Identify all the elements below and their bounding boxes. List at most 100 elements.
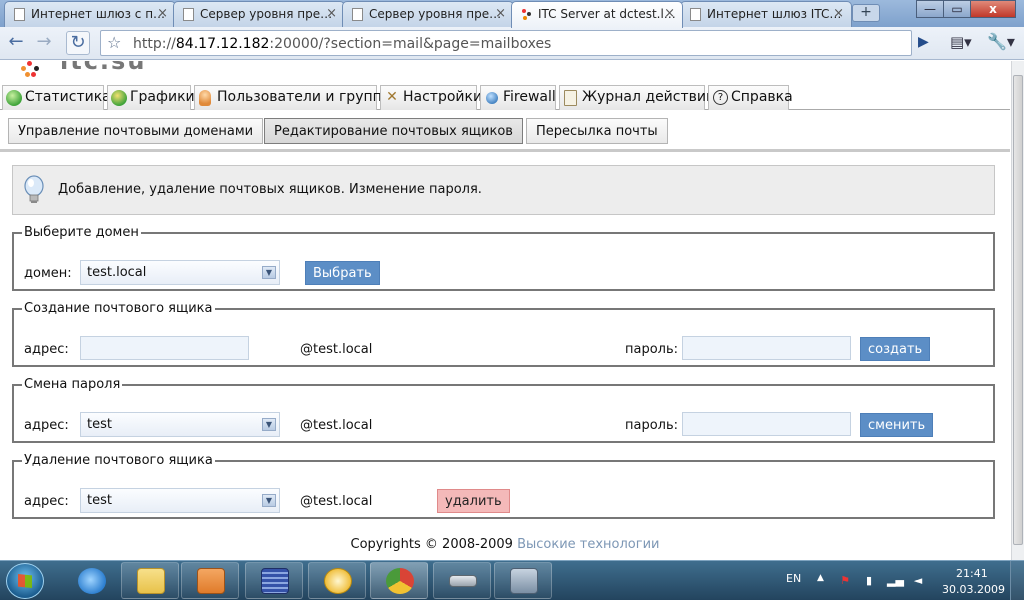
close-tab-icon[interactable]: × bbox=[326, 6, 337, 21]
language-indicator[interactable]: EN bbox=[786, 572, 801, 585]
page-viewport: itc.su Статистика Графики Пользователи и… bbox=[0, 61, 1024, 560]
volume-muted-icon[interactable]: ◄ bbox=[911, 574, 925, 587]
vertical-scrollbar[interactable] bbox=[1011, 61, 1024, 560]
select-domain-button[interactable]: Выбрать bbox=[305, 261, 380, 285]
delete-address-select[interactable]: test ▼ bbox=[80, 488, 280, 513]
bookmark-star-icon[interactable]: ☆ bbox=[107, 33, 121, 52]
nav-tab-settings[interactable]: ✕ Настройки bbox=[380, 85, 482, 110]
url-host: 84.17.12.182 bbox=[175, 36, 270, 52]
globe-icon bbox=[486, 92, 498, 104]
logo-strip: itc.su bbox=[0, 61, 1010, 84]
info-text: Добавление, удаление почтовых ящиков. Из… bbox=[58, 182, 482, 197]
itc-favicon-icon bbox=[521, 8, 532, 21]
nav-tab-label: Справка bbox=[731, 89, 793, 105]
taskbar-explorer[interactable] bbox=[121, 562, 179, 599]
create-password-input[interactable] bbox=[682, 336, 851, 360]
subtab-mail-domains[interactable]: Управление почтовыми доменами bbox=[8, 118, 264, 144]
nav-tab-charts[interactable]: Графики bbox=[107, 85, 195, 110]
taskbar-network-app[interactable] bbox=[245, 562, 303, 599]
nav-tab-statistics[interactable]: Статистика bbox=[2, 85, 111, 110]
browser-toolbar: ← → ↻ ☆ http://84.17.12.182:20000/?secti… bbox=[0, 27, 1024, 60]
change-password-input[interactable] bbox=[682, 412, 851, 436]
wrench-icon[interactable]: 🔧▾ bbox=[987, 32, 1015, 51]
outlook-icon bbox=[324, 568, 352, 594]
usb-device-icon[interactable]: ▮ bbox=[862, 574, 876, 587]
page-menu-icon[interactable]: ▤▾ bbox=[950, 33, 972, 51]
show-desktop-button[interactable] bbox=[1010, 561, 1024, 600]
close-tab-icon[interactable]: × bbox=[495, 6, 506, 21]
taskbar-drive[interactable] bbox=[433, 562, 491, 599]
scrollbar-thumb[interactable] bbox=[1013, 75, 1023, 545]
address-bar[interactable]: ☆ http://84.17.12.182:20000/?section=mai… bbox=[100, 30, 912, 56]
domain-select[interactable]: test.local ▼ bbox=[80, 260, 280, 285]
maximize-button[interactable]: ▭ bbox=[943, 0, 971, 18]
start-button[interactable] bbox=[6, 563, 44, 599]
browser-tab-title: ITC Server at dctest.l… bbox=[538, 7, 676, 21]
browser-tab-1[interactable]: Интернет шлюз с п… × bbox=[4, 1, 176, 27]
url-scheme: http:// bbox=[133, 36, 176, 52]
nav-tab-firewall[interactable]: Firewall bbox=[480, 85, 556, 110]
chrome-icon bbox=[386, 568, 414, 594]
change-password-group: Смена пароля адрес: test ▼ @test.local п… bbox=[12, 377, 995, 443]
address-url[interactable]: http://84.17.12.182:20000/?section=mail&… bbox=[133, 36, 551, 52]
browser-tab-3[interactable]: Сервер уровня пре… × bbox=[342, 1, 514, 27]
browser-tab-5[interactable]: Интернет шлюз ITC… × bbox=[680, 1, 852, 27]
domain-suffix: @test.local bbox=[300, 342, 373, 357]
delete-mailbox-group: Удаление почтового ящика адрес: test ▼ @… bbox=[12, 453, 995, 519]
subtab-edit-mailboxes[interactable]: Редактирование почтовых ящиков bbox=[264, 118, 523, 144]
close-tab-icon[interactable]: × bbox=[664, 6, 675, 21]
close-tab-icon[interactable]: × bbox=[157, 6, 168, 21]
create-address-input[interactable] bbox=[80, 336, 249, 360]
network-signal-icon[interactable]: ▂▄ bbox=[887, 574, 904, 587]
subtab-mail-forwarding[interactable]: Пересылка почты bbox=[526, 118, 668, 144]
close-window-button[interactable]: x bbox=[970, 0, 1016, 18]
taskbar-ie[interactable] bbox=[62, 562, 120, 599]
tray-expand-icon[interactable]: ▲ bbox=[817, 573, 824, 583]
browser-tab-strip: Интернет шлюз с п… × Сервер уровня пре… … bbox=[0, 0, 1024, 28]
taskbar-chrome[interactable] bbox=[370, 562, 428, 599]
domain-select-value: test.local bbox=[87, 265, 147, 280]
nav-tab-label: Пользователи и группы bbox=[217, 89, 393, 105]
media-player-icon bbox=[197, 568, 225, 594]
new-tab-button[interactable]: + bbox=[852, 4, 880, 22]
clock-date[interactable]: 30.03.2009 bbox=[942, 583, 1005, 596]
minimize-button[interactable]: — bbox=[916, 0, 944, 18]
action-center-icon[interactable]: ⚑ bbox=[838, 574, 852, 587]
create-mailbox-button[interactable]: создать bbox=[860, 337, 931, 361]
nav-tab-label: Графики bbox=[130, 89, 195, 105]
info-box: Добавление, удаление почтовых ящиков. Из… bbox=[12, 165, 995, 215]
go-icon[interactable]: ▶ bbox=[918, 34, 929, 50]
chevron-down-icon[interactable]: ▼ bbox=[262, 494, 276, 507]
browser-tab-2[interactable]: Сервер уровня пре… × bbox=[173, 1, 345, 27]
chevron-down-icon[interactable]: ▼ bbox=[262, 418, 276, 431]
browser-tab-title: Интернет шлюз с п… bbox=[31, 7, 166, 21]
nav-tab-users[interactable]: Пользователи и группы bbox=[194, 85, 393, 110]
footer-copyright: Copyrights © 2008-2009 bbox=[350, 537, 518, 552]
reload-icon[interactable]: ↻ bbox=[66, 31, 90, 55]
domain-suffix: @test.local bbox=[300, 418, 373, 433]
network-app-icon bbox=[261, 568, 289, 594]
users-icon bbox=[199, 90, 211, 106]
nav-tab-activity-log[interactable]: Журнал действий bbox=[559, 85, 715, 110]
change-password-button[interactable]: сменить bbox=[860, 413, 934, 437]
clock-time[interactable]: 21:41 bbox=[956, 567, 988, 580]
footer-company-link[interactable]: Высокие технологии bbox=[517, 537, 659, 552]
address-label: адрес: bbox=[24, 494, 69, 509]
taskbar-media-player[interactable] bbox=[181, 562, 239, 599]
change-address-select[interactable]: test ▼ bbox=[80, 412, 280, 437]
address-label: адрес: bbox=[24, 418, 69, 433]
back-arrow-icon[interactable]: ← bbox=[4, 31, 28, 55]
close-tab-icon[interactable]: × bbox=[833, 6, 844, 21]
chevron-down-icon[interactable]: ▼ bbox=[262, 266, 276, 279]
delete-mailbox-button[interactable]: удалить bbox=[437, 489, 510, 513]
nav-tab-help[interactable]: ? Справка bbox=[708, 85, 793, 110]
page-footer: Copyrights © 2008-2009 Высокие технологи… bbox=[0, 537, 1010, 552]
select-domain-group: Выберите домен домен: test.local ▼ Выбра… bbox=[12, 225, 995, 291]
change-password-legend: Смена пароля bbox=[24, 377, 121, 392]
delete-mailbox-legend: Удаление почтового ящика bbox=[24, 453, 213, 468]
logo-text-fragment: itc.su bbox=[60, 61, 147, 75]
taskbar-paint-tool[interactable] bbox=[494, 562, 552, 599]
browser-tab-4-active[interactable]: ITC Server at dctest.l… × bbox=[511, 1, 683, 28]
forward-arrow-icon[interactable]: → bbox=[32, 31, 56, 55]
taskbar-outlook[interactable] bbox=[308, 562, 366, 599]
